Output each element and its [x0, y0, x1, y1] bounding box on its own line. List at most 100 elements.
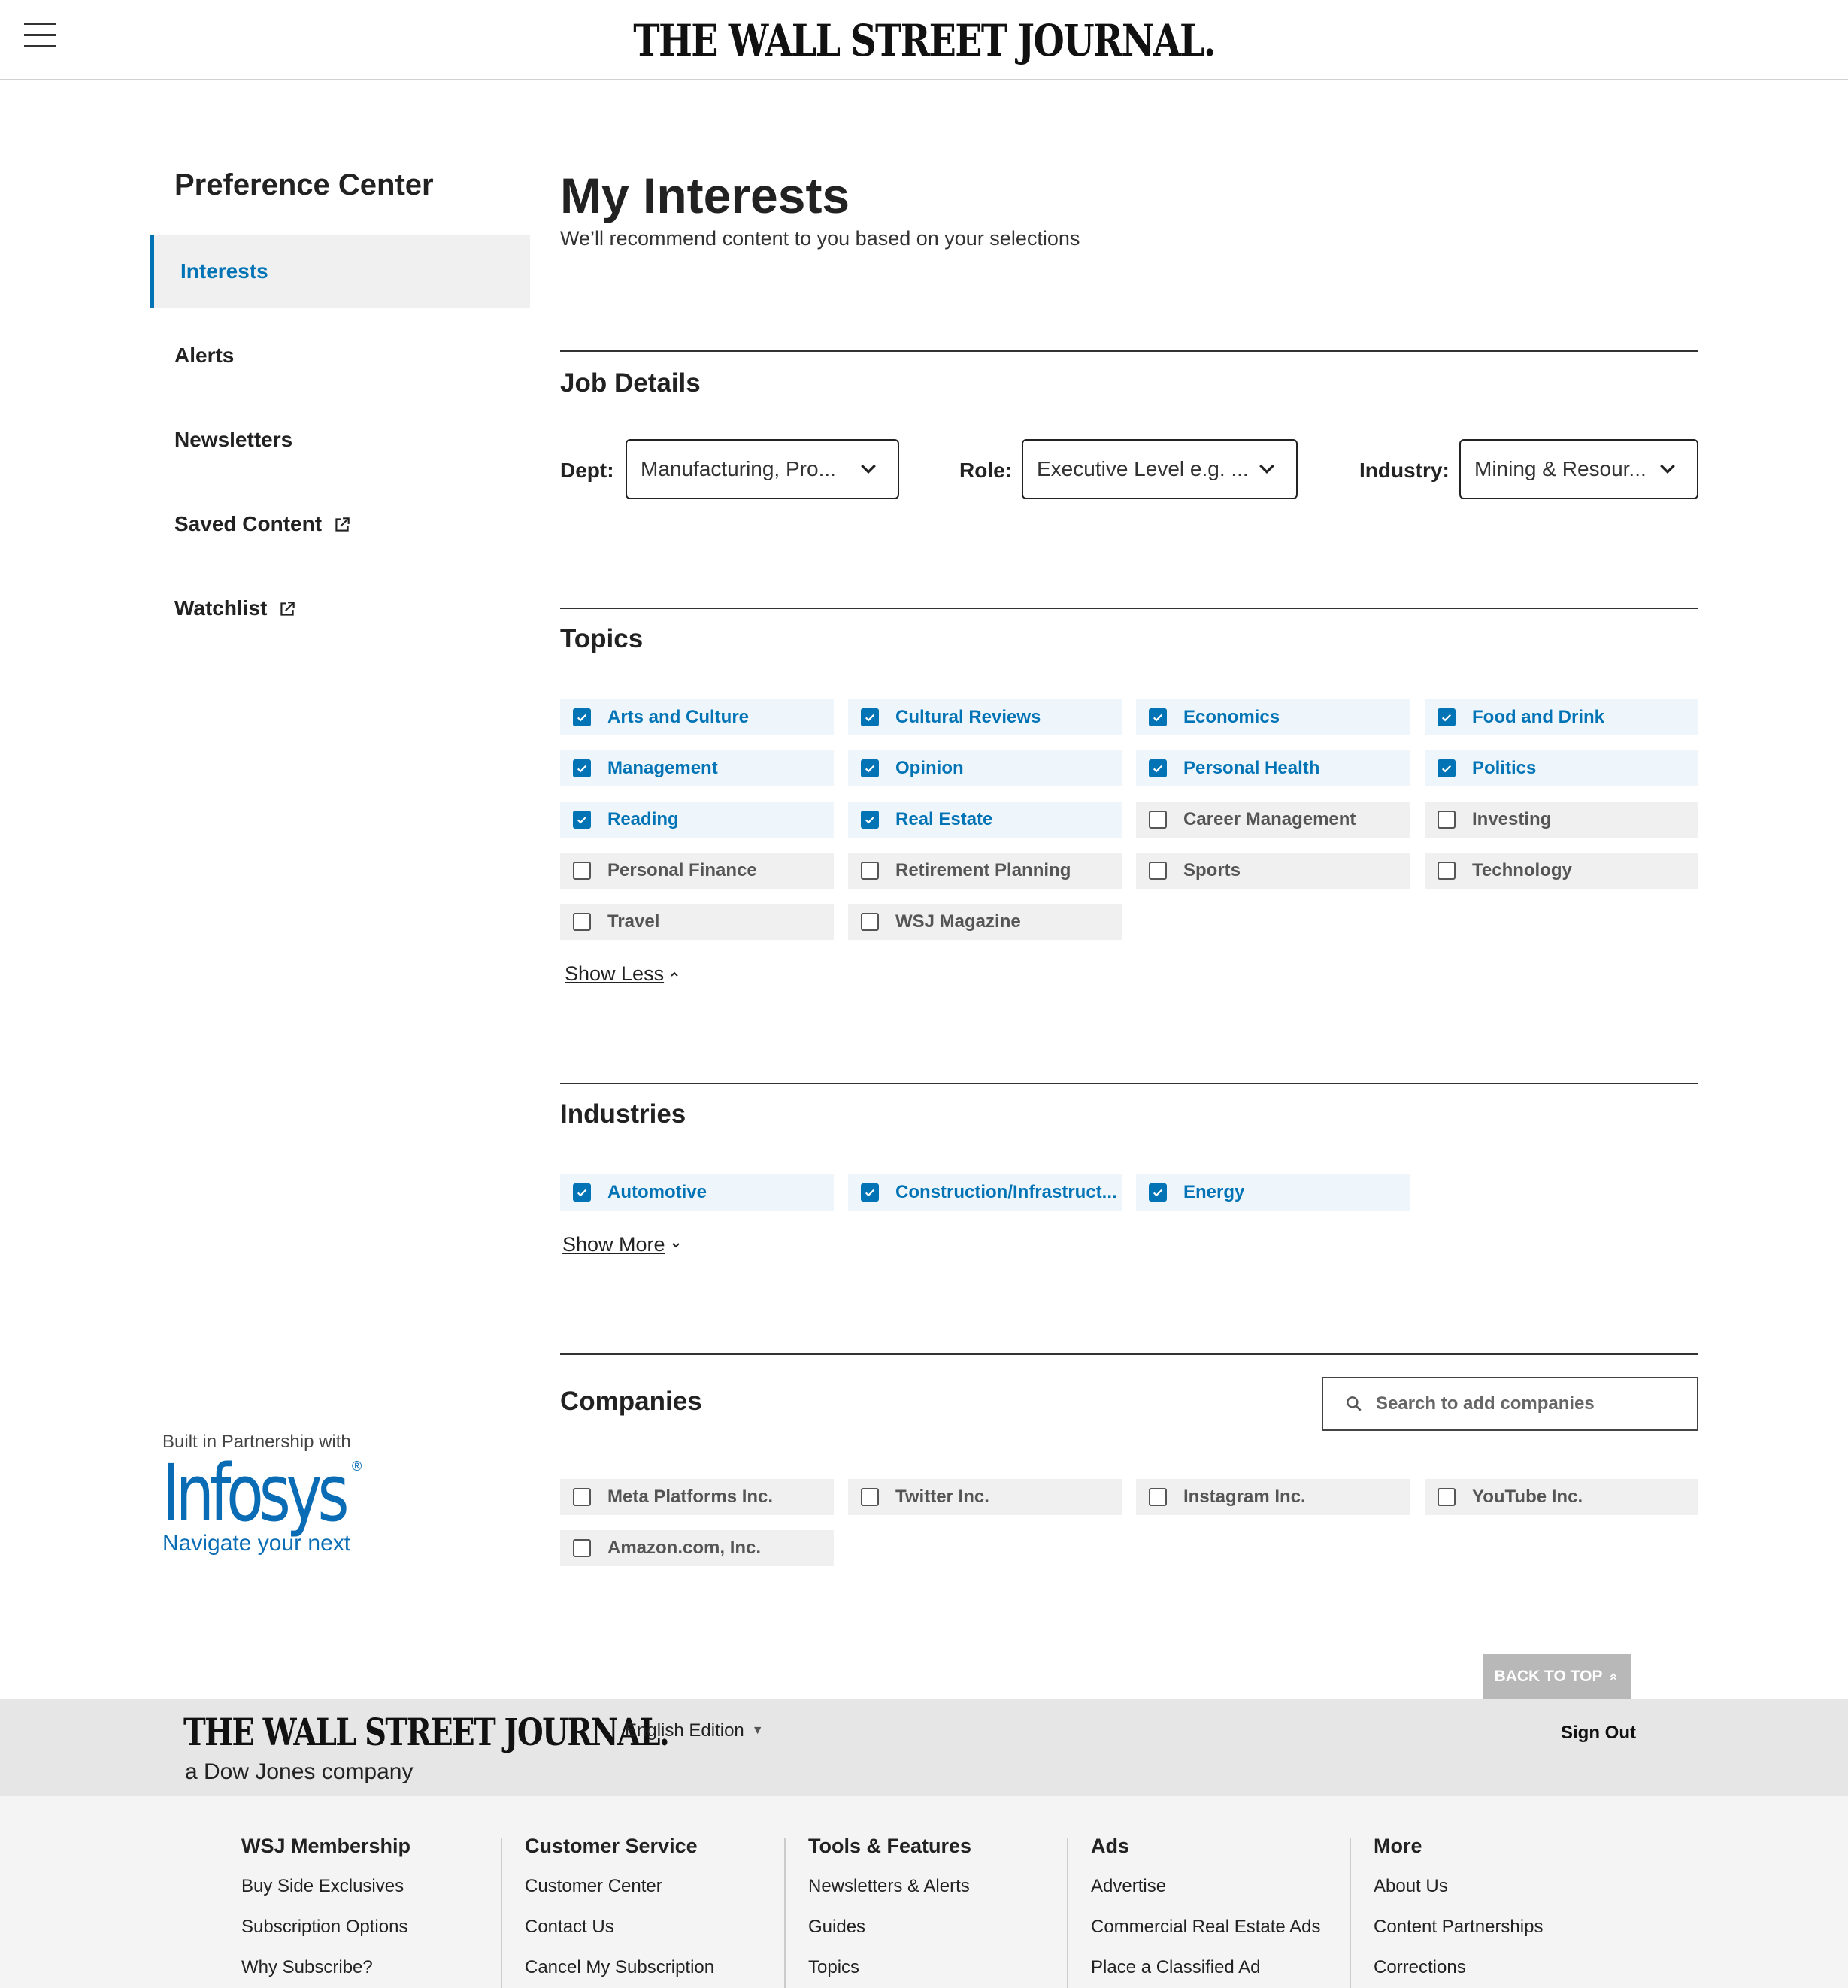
back-to-top-label: BACK TO TOP: [1494, 1668, 1603, 1685]
chevron-down-icon: [1660, 464, 1675, 474]
checkbox-label: WSJ Magazine: [895, 911, 1021, 932]
checkbox-management[interactable]: Management: [560, 750, 834, 786]
infosys-logo: Infosys: [162, 1447, 350, 1539]
checkbox-energy[interactable]: Energy: [1136, 1174, 1410, 1211]
checkbox-personal-health[interactable]: Personal Health: [1136, 750, 1410, 786]
footer-link-content-partnerships[interactable]: Content Partnerships: [1374, 1917, 1644, 1938]
dept-label: Dept:: [560, 459, 614, 482]
footer-link-about-us[interactable]: About Us: [1374, 1876, 1644, 1897]
role-select[interactable]: Executive Level e.g. ...: [1022, 439, 1298, 499]
checkbox-technology[interactable]: Technology: [1425, 853, 1698, 889]
checkbox-meta-platforms-inc[interactable]: Meta Platforms Inc.: [560, 1479, 834, 1515]
search-icon: [1347, 1396, 1362, 1411]
footer-link-commercial-real-estate-ads[interactable]: Commercial Real Estate Ads: [1091, 1917, 1362, 1938]
checkbox-personal-finance[interactable]: Personal Finance: [560, 853, 834, 889]
back-to-top-button[interactable]: BACK TO TOP: [1483, 1654, 1631, 1699]
checkbox-arts-and-culture[interactable]: Arts and Culture: [560, 699, 834, 735]
section-divider: [560, 1353, 1698, 1355]
footer-masthead[interactable]: THE WALL STREET JOURNAL.: [183, 1710, 670, 1754]
dept-value: Manufacturing, Pro...: [641, 457, 836, 480]
checkmark-icon: [1438, 708, 1456, 726]
checkbox-label: Energy: [1183, 1182, 1245, 1202]
page-subtitle: We’ll recommend content to you based on …: [560, 227, 1080, 250]
role-label: Role:: [959, 459, 1012, 482]
checkbox-empty-icon: [573, 913, 591, 931]
footer-link-contact-us[interactable]: Contact Us: [525, 1917, 795, 1938]
job-details-title: Job Details: [560, 368, 701, 398]
footer-link-customer-center[interactable]: Customer Center: [525, 1876, 795, 1897]
checkbox-cultural-reviews[interactable]: Cultural Reviews: [848, 699, 1122, 735]
footer-link-why-subscribe[interactable]: Why Subscribe?: [241, 1957, 512, 1978]
menu-icon[interactable]: [24, 23, 56, 51]
industry-select[interactable]: Mining & Resour...: [1459, 439, 1698, 499]
checkbox-reading[interactable]: Reading: [560, 802, 834, 838]
footer-link-subscription-options[interactable]: Subscription Options: [241, 1917, 512, 1938]
checkbox-empty-icon: [1149, 1488, 1167, 1506]
checkmark-icon: [1149, 759, 1167, 777]
sidebar-item-alerts[interactable]: Alerts: [150, 320, 530, 392]
checkmark-icon: [573, 1183, 591, 1202]
checkbox-twitter-inc[interactable]: Twitter Inc.: [848, 1479, 1122, 1515]
footer-link-buy-side-exclusives[interactable]: Buy Side Exclusives: [241, 1876, 512, 1897]
footer-link-advertise[interactable]: Advertise: [1091, 1876, 1362, 1897]
footer-link-place-a-classified-ad[interactable]: Place a Classified Ad: [1091, 1957, 1362, 1978]
checkbox-label: Automotive: [607, 1182, 707, 1202]
companies-title: Companies: [560, 1386, 702, 1416]
sign-out-link[interactable]: Sign Out: [1561, 1723, 1636, 1744]
checkbox-travel[interactable]: Travel: [560, 904, 834, 940]
sidebar-title: Preference Center: [174, 168, 434, 202]
footer-link-newsletters-alerts[interactable]: Newsletters & Alerts: [808, 1876, 1079, 1897]
topics-title: Topics: [560, 624, 644, 653]
dept-select[interactable]: Manufacturing, Pro...: [626, 439, 899, 499]
checkmark-icon: [573, 759, 591, 777]
section-divider: [560, 350, 1698, 352]
role-value: Executive Level e.g. ...: [1037, 457, 1249, 480]
sidebar-item-newsletters[interactable]: Newsletters: [150, 404, 530, 476]
sidebar-item-saved-content[interactable]: Saved Content: [150, 488, 530, 560]
edition-select[interactable]: English Edition ▼: [625, 1720, 764, 1741]
checkbox-label: Investing: [1472, 809, 1552, 829]
checkbox-empty-icon: [1438, 1488, 1456, 1506]
checkbox-politics[interactable]: Politics: [1425, 750, 1698, 786]
checkbox-amazon-com-inc[interactable]: Amazon.com, Inc.: [560, 1530, 834, 1566]
checkbox-investing[interactable]: Investing: [1425, 802, 1698, 838]
masthead-logo[interactable]: THE WALL STREET JOURNAL.: [166, 15, 1682, 66]
checkbox-sports[interactable]: Sports: [1136, 853, 1410, 889]
section-divider: [560, 1083, 1698, 1084]
checkbox-food-and-drink[interactable]: Food and Drink: [1425, 699, 1698, 735]
checkbox-wsj-magazine[interactable]: WSJ Magazine: [848, 904, 1122, 940]
checkbox-label: Economics: [1183, 707, 1280, 727]
edition-label: English Edition: [625, 1720, 744, 1741]
checkbox-label: Meta Platforms Inc.: [607, 1486, 774, 1507]
sidebar-item-interests[interactable]: Interests: [150, 235, 530, 308]
footer-link-cancel-my-subscription[interactable]: Cancel My Subscription: [525, 1957, 795, 1978]
sidebar-item-watchlist[interactable]: Watchlist: [150, 572, 530, 644]
checkbox-automotive[interactable]: Automotive: [560, 1174, 834, 1211]
checkbox-label: Technology: [1472, 860, 1572, 880]
show-less-label: Show Less: [565, 962, 665, 985]
checkmark-icon: [1438, 759, 1456, 777]
checkbox-retirement-planning[interactable]: Retirement Planning: [848, 853, 1122, 889]
sidebar-item-label: Interests: [180, 259, 268, 283]
footer-column-title: Ads: [1091, 1835, 1130, 1857]
checkbox-economics[interactable]: Economics: [1136, 699, 1410, 735]
checkbox-empty-icon: [1149, 862, 1167, 880]
checkbox-real-estate[interactable]: Real Estate: [848, 802, 1122, 838]
checkbox-label: Twitter Inc.: [895, 1486, 989, 1507]
footer-link-topics[interactable]: Topics: [808, 1957, 1079, 1978]
footer-column-title: WSJ Membership: [241, 1835, 411, 1857]
company-search-input[interactable]: Search to add companies: [1322, 1377, 1698, 1431]
checkbox-youtube-inc[interactable]: YouTube Inc.: [1425, 1479, 1698, 1515]
checkbox-empty-icon: [1438, 811, 1456, 829]
footer-link-guides[interactable]: Guides: [808, 1917, 1079, 1938]
show-less-link[interactable]: Show Less: [565, 962, 680, 986]
show-more-link[interactable]: Show More: [562, 1233, 682, 1256]
checkbox-career-management[interactable]: Career Management: [1136, 802, 1410, 838]
checkbox-label: Real Estate: [895, 809, 993, 829]
checkbox-opinion[interactable]: Opinion: [848, 750, 1122, 786]
footer-column-divider: [784, 1838, 786, 1988]
footer-link-corrections[interactable]: Corrections: [1374, 1957, 1644, 1978]
checkbox-construction-infrastruct[interactable]: Construction/Infrastruct...: [848, 1174, 1122, 1211]
chevron-down-icon: [1259, 464, 1274, 474]
checkbox-instagram-inc[interactable]: Instagram Inc.: [1136, 1479, 1410, 1515]
